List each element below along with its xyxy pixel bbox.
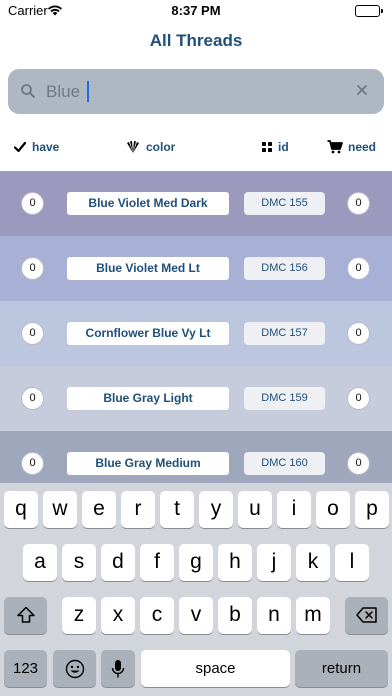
thread-id[interactable]: DMC 160 (244, 452, 325, 475)
sort-id-label: id (278, 140, 289, 154)
dictation-key[interactable] (101, 650, 135, 687)
key-d[interactable]: d (101, 544, 135, 581)
key-r[interactable]: r (121, 491, 155, 528)
key-v[interactable]: v (179, 597, 213, 634)
emoji-icon (53, 659, 96, 679)
shift-icon (4, 606, 47, 624)
thread-id[interactable]: DMC 157 (244, 322, 325, 345)
thread-name[interactable]: Blue Gray Light (67, 387, 229, 410)
key-a[interactable]: a (23, 544, 57, 581)
sort-bar: have color id need (0, 130, 392, 164)
sort-color-button[interactable]: color (125, 138, 175, 156)
key-g[interactable]: g (179, 544, 213, 581)
key-p[interactable]: p (355, 491, 389, 528)
key-n[interactable]: n (257, 597, 291, 634)
thread-list[interactable]: 0 Blue Violet Med Dark DMC 155 0 0 Blue … (0, 171, 392, 483)
checkmark-icon (13, 140, 27, 154)
sort-need-button[interactable]: need (327, 138, 376, 156)
thread-name[interactable]: Blue Violet Med Dark (67, 192, 229, 215)
numbers-key[interactable]: 123 (4, 650, 47, 687)
sort-have-label: have (32, 140, 60, 154)
delete-key[interactable] (345, 597, 388, 634)
key-s[interactable]: s (62, 544, 96, 581)
key-c[interactable]: c (140, 597, 174, 634)
key-m[interactable]: m (296, 597, 330, 634)
thread-row[interactable]: 0 Blue Violet Med Lt DMC 156 0 (0, 236, 392, 301)
thread-row[interactable]: 0 Blue Violet Med Dark DMC 155 0 (0, 171, 392, 236)
text-cursor (87, 81, 89, 102)
key-w[interactable]: w (43, 491, 77, 528)
emoji-key[interactable] (53, 650, 96, 687)
sort-color-label: color (146, 140, 176, 154)
search-bar[interactable] (8, 69, 384, 114)
have-count[interactable]: 0 (21, 192, 44, 215)
search-icon (20, 83, 36, 104)
return-key[interactable]: return (295, 650, 388, 687)
thread-name[interactable]: Blue Violet Med Lt (67, 257, 229, 280)
key-o[interactable]: o (316, 491, 350, 528)
cart-icon (327, 140, 343, 154)
thread-id[interactable]: DMC 155 (244, 192, 325, 215)
color-fan-icon (125, 140, 141, 154)
have-count[interactable]: 0 (21, 387, 44, 410)
sort-id-button[interactable]: id (261, 138, 289, 156)
key-h[interactable]: h (218, 544, 252, 581)
key-z[interactable]: z (62, 597, 96, 634)
key-b[interactable]: b (218, 597, 252, 634)
key-e[interactable]: e (82, 491, 116, 528)
sort-have-button[interactable]: have (13, 138, 59, 156)
clear-search-icon[interactable] (354, 82, 370, 103)
have-count[interactable]: 0 (21, 322, 44, 345)
grid-icon (261, 141, 273, 153)
sort-need-label: need (348, 140, 377, 154)
need-count[interactable]: 0 (347, 257, 370, 280)
key-q[interactable]: q (4, 491, 38, 528)
need-count[interactable]: 0 (347, 322, 370, 345)
key-t[interactable]: t (160, 491, 194, 528)
key-y[interactable]: y (199, 491, 233, 528)
need-count[interactable]: 0 (347, 452, 370, 475)
thread-row[interactable]: 0 Blue Gray Light DMC 159 0 (0, 366, 392, 431)
microphone-icon (101, 659, 135, 679)
keyboard: q w e r t y u i o p a s d f g h j k l z … (0, 483, 392, 696)
thread-id[interactable]: DMC 159 (244, 387, 325, 410)
key-j[interactable]: j (257, 544, 291, 581)
status-time: 8:37 PM (171, 3, 221, 18)
backspace-icon (345, 606, 388, 624)
key-k[interactable]: k (296, 544, 330, 581)
key-i[interactable]: i (277, 491, 311, 528)
key-f[interactable]: f (140, 544, 174, 581)
space-key[interactable]: space (141, 650, 290, 687)
page-title: All Threads (149, 31, 243, 50)
have-count[interactable]: 0 (21, 452, 44, 475)
search-input[interactable] (46, 77, 346, 106)
have-count[interactable]: 0 (21, 257, 44, 280)
thread-row[interactable]: 0 Blue Gray Medium DMC 160 0 (0, 431, 392, 483)
key-l[interactable]: l (335, 544, 369, 581)
key-x[interactable]: x (101, 597, 135, 634)
key-u[interactable]: u (238, 491, 272, 528)
battery-icon (355, 5, 383, 17)
need-count[interactable]: 0 (347, 387, 370, 410)
thread-name[interactable]: Blue Gray Medium (67, 452, 229, 475)
thread-id[interactable]: DMC 156 (244, 257, 325, 280)
status-bar: Carrier 8:37 PM (0, 0, 392, 22)
need-count[interactable]: 0 (347, 192, 370, 215)
shift-key[interactable] (4, 597, 47, 634)
thread-row[interactable]: 0 Cornflower Blue Vy Lt DMC 157 0 (0, 301, 392, 366)
thread-name[interactable]: Cornflower Blue Vy Lt (67, 322, 229, 345)
